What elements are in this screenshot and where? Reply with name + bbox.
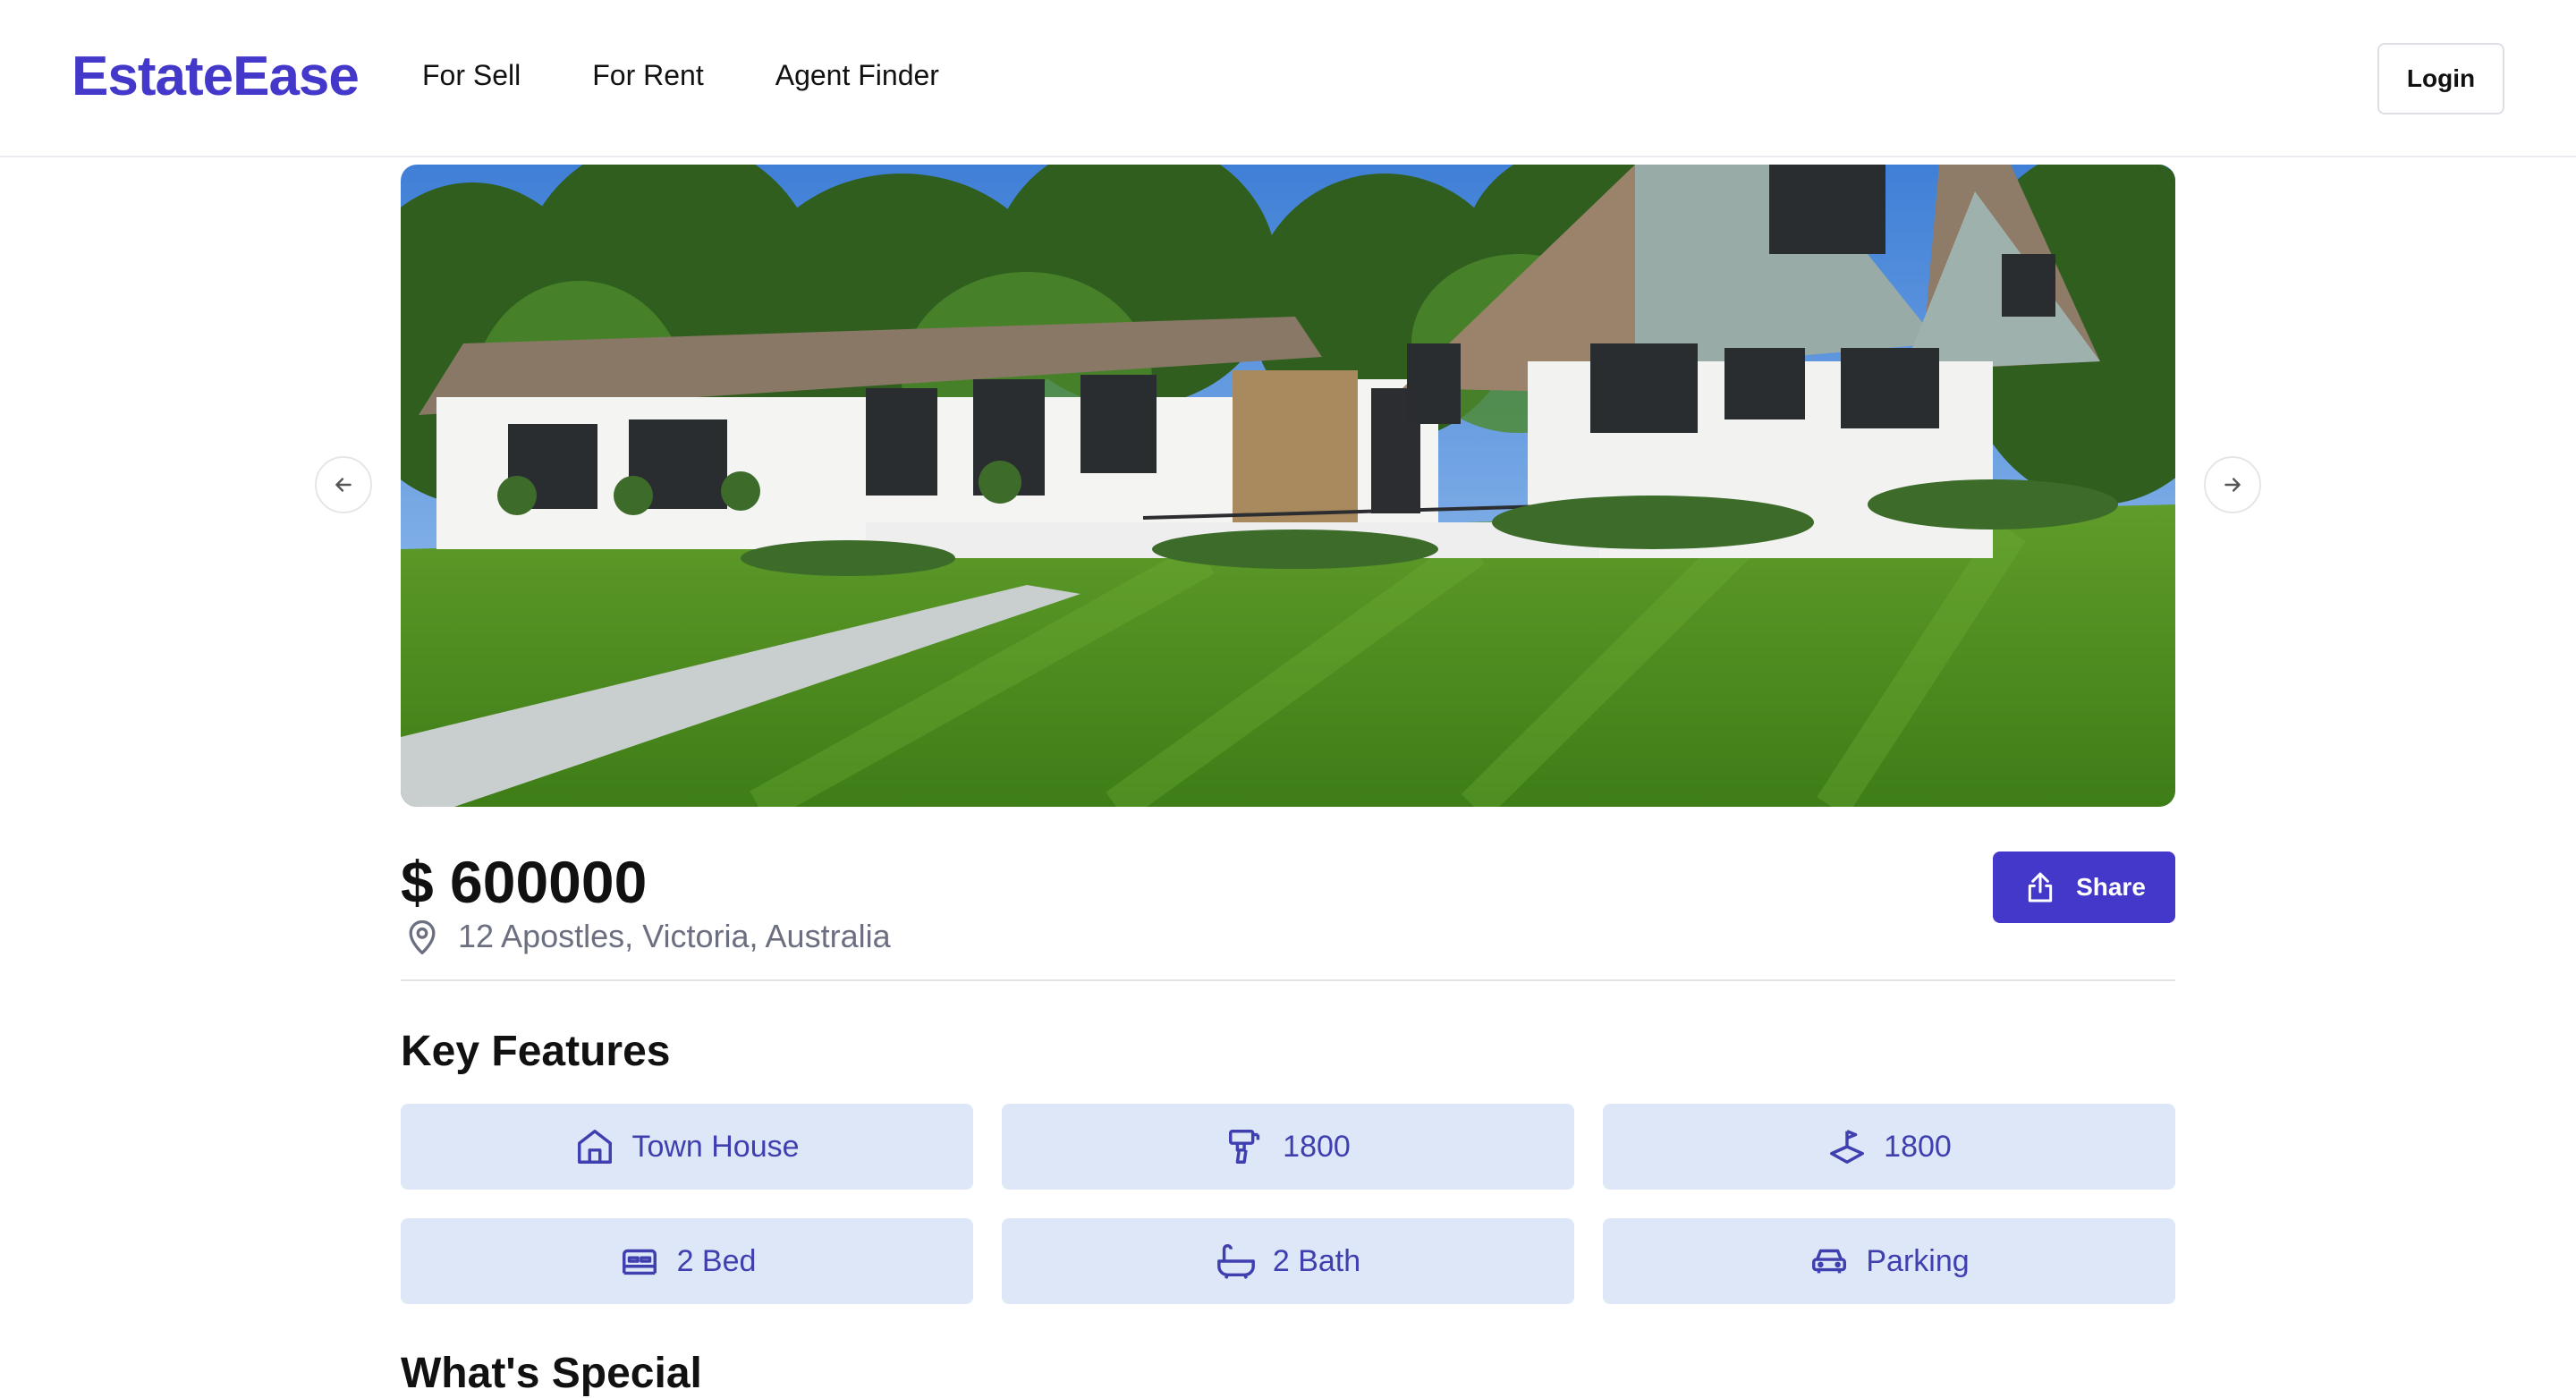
- bed-icon: [622, 1249, 657, 1275]
- feature-label: 2 Bath: [1272, 1243, 1361, 1278]
- arrow-right-icon: [2224, 478, 2241, 492]
- house-icon: [578, 1130, 613, 1164]
- carousel-prev-button[interactable]: [315, 456, 372, 513]
- share-label: Share: [2076, 873, 2146, 901]
- top-header: EstateEase For Sell For Rent Agent Finde…: [0, 0, 2576, 157]
- land-area-icon: [1830, 1130, 1865, 1164]
- login-button[interactable]: Login: [2377, 43, 2504, 114]
- feature-tile-build: 1800: [1002, 1104, 1574, 1190]
- feature-tile-bedrooms: 2 Bed: [401, 1218, 973, 1304]
- nav-for-sell[interactable]: For Sell: [422, 59, 521, 92]
- feature-tile-land-area: 1800: [1603, 1104, 2175, 1190]
- main-nav: For Sell For Rent Agent Finder: [422, 59, 939, 92]
- share-icon: [2028, 872, 2053, 902]
- nav-agent-finder[interactable]: Agent Finder: [775, 59, 939, 92]
- carousel-next-button[interactable]: [2204, 456, 2261, 513]
- feature-tile-parking: Parking: [1603, 1218, 2175, 1304]
- feature-tile-bathrooms: 2 Bath: [1002, 1218, 1574, 1304]
- whats-special-heading: What's Special: [401, 1350, 702, 1397]
- feature-label: 2 Bed: [676, 1243, 757, 1278]
- arrow-left-icon: [335, 478, 352, 492]
- nav-for-rent[interactable]: For Rent: [592, 59, 703, 92]
- drill-icon: [1229, 1130, 1260, 1164]
- feature-label: 1800: [1884, 1129, 1952, 1164]
- map-pin-icon: [409, 919, 436, 954]
- feature-label: Town House: [631, 1129, 800, 1164]
- feature-tile-property-type: Town House: [401, 1104, 973, 1190]
- share-button[interactable]: Share: [1993, 852, 2175, 923]
- bath-icon: [1216, 1244, 1255, 1279]
- car-icon: [1812, 1249, 1847, 1274]
- brand-logo[interactable]: EstateEase: [72, 45, 360, 108]
- listing-address: 12 Apostles, Victoria, Australia: [402, 916, 891, 957]
- listing-price: $ 600000: [401, 849, 648, 915]
- address-text: 12 Apostles, Victoria, Australia: [458, 918, 891, 954]
- feature-label: Parking: [1866, 1243, 1970, 1278]
- feature-label: 1800: [1283, 1129, 1351, 1164]
- feature-grid: Town House 1800 1800 2 Bed 2 Bath Parkin…: [401, 1104, 2175, 1304]
- key-features-heading: Key Features: [401, 1028, 671, 1075]
- property-photo: [401, 165, 2175, 807]
- section-divider: [401, 979, 2175, 981]
